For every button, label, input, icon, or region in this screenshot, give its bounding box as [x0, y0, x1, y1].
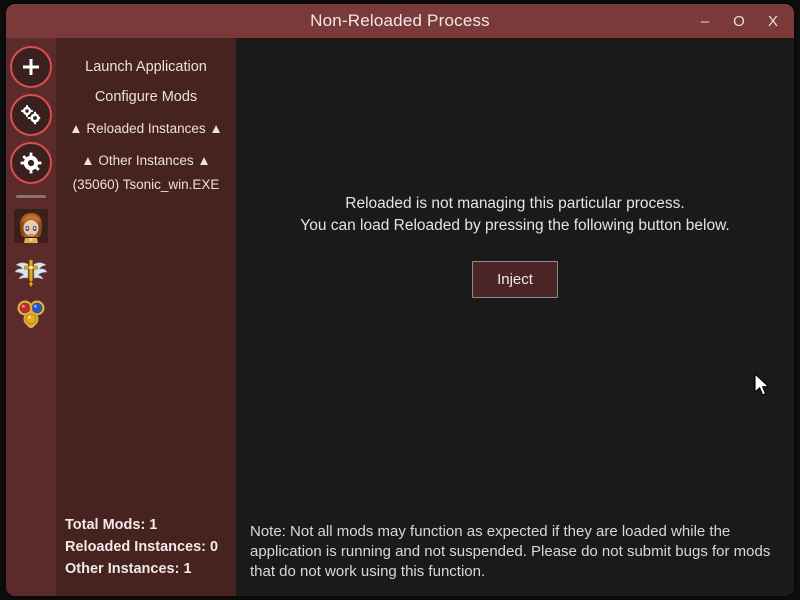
application-window: Non-Reloaded Process – O X Launch Applic… [6, 4, 794, 596]
orbs-mod-icon [17, 300, 45, 329]
manage-mods-icon[interactable] [10, 94, 52, 136]
settings-gear-icon[interactable] [10, 142, 52, 184]
stat-total-mods: Total Mods: 1 [65, 517, 158, 533]
rail-divider [16, 195, 46, 198]
title-bar[interactable]: Non-Reloaded Process – O X [6, 4, 794, 38]
sidebar-panel: Launch Application Configure Mods ▲ Relo… [56, 38, 236, 596]
process-status-block: Reloaded is not managing this particular… [236, 38, 794, 522]
status-message-line-2: You can load Reloaded by pressing the fo… [300, 216, 730, 234]
gear-icon [20, 152, 42, 174]
main-content: Reloaded is not managing this particular… [236, 38, 794, 596]
mod-icon-winged-cross[interactable] [12, 251, 50, 289]
winged-cross-mod-icon [14, 259, 48, 287]
note-text: Note: Not all mods may function as expec… [250, 523, 771, 581]
mod-icon-character[interactable] [12, 207, 50, 245]
window-body: Launch Application Configure Mods ▲ Relo… [6, 38, 794, 596]
mod-icon-orbs[interactable] [12, 295, 50, 333]
status-message-line-1: Reloaded is not managing this particular… [345, 194, 685, 212]
sidebar-group-other-instances[interactable]: ▲ Other Instances ▲ [56, 144, 236, 176]
window-controls: – O X [688, 4, 790, 38]
icon-rail [6, 38, 56, 596]
sidebar-item-process-tsonic-win[interactable]: (35060) Tsonic_win.EXE [56, 176, 236, 200]
minimize-button[interactable]: – [688, 4, 722, 38]
plus-icon [23, 59, 39, 75]
stat-other-instances: Other Instances: 1 [65, 561, 192, 577]
sidebar-nav: Launch Application Configure Mods ▲ Relo… [56, 52, 236, 514]
stat-reloaded-instances: Reloaded Instances: 0 [65, 539, 219, 555]
close-button[interactable]: X [756, 4, 790, 38]
sidebar-stats: Total Mods: 1 Reloaded Instances: 0 Othe… [56, 514, 236, 596]
window-title: Non-Reloaded Process [310, 11, 490, 30]
sidebar-group-reloaded-instances[interactable]: ▲ Reloaded Instances ▲ [56, 112, 236, 144]
add-application-icon[interactable] [10, 46, 52, 88]
sidebar-item-launch-application[interactable]: Launch Application [56, 52, 236, 82]
character-mod-icon [14, 209, 48, 243]
inject-button[interactable]: Inject [472, 260, 558, 298]
sidebar-item-configure-mods[interactable]: Configure Mods [56, 82, 236, 112]
maximize-button[interactable]: O [722, 4, 756, 38]
gears-icon [21, 105, 41, 125]
